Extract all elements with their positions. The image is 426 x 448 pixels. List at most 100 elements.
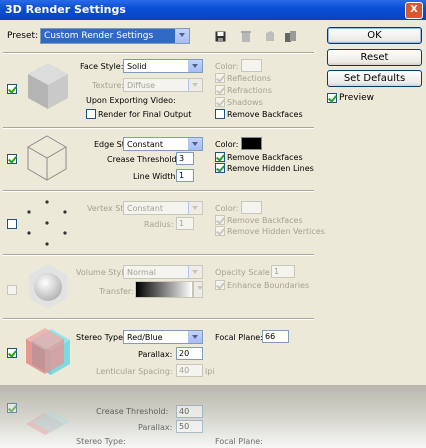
- chevron-down-icon[interactable]: [188, 331, 202, 343]
- vertex-enable-checkbox[interactable]: [7, 219, 17, 229]
- remove-hidden-lines-checkbox[interactable]: [215, 163, 225, 173]
- radius-input[interactable]: 1: [176, 217, 194, 230]
- stereo-type-label: Stereo Type:: [76, 333, 126, 342]
- parallax-input[interactable]: 20: [176, 347, 203, 360]
- chevron-down-icon[interactable]: [188, 60, 202, 72]
- set-defaults-button[interactable]: Set Defaults: [327, 70, 422, 87]
- stereo-type-select[interactable]: Red/Blue: [123, 330, 203, 344]
- chevron-down-icon[interactable]: [188, 202, 202, 214]
- line-width-input[interactable]: 1: [176, 169, 194, 182]
- transfer-label: Transfer:: [99, 287, 134, 296]
- lenticular-spacing-input[interactable]: 40: [176, 364, 203, 377]
- stereo-type-value: Red/Blue: [127, 333, 163, 342]
- face-remove-backfaces-label: Remove Backfaces: [227, 110, 303, 119]
- preset-select[interactable]: Custom Render Settings: [40, 28, 190, 44]
- preset-label: Preset:: [7, 31, 39, 41]
- texture-value: Diffuse: [127, 81, 156, 90]
- texture-select[interactable]: Diffuse: [123, 78, 203, 92]
- enhance-boundaries-label: Enhance Boundaries: [227, 281, 310, 290]
- radius-label: Radius:: [144, 220, 174, 229]
- duplicate-preset-icon[interactable]: [285, 31, 296, 42]
- transfer-dropdown[interactable]: [193, 281, 203, 298]
- edge-style-value: Constant: [127, 140, 163, 149]
- face-color-label: Color:: [215, 62, 239, 71]
- transfer-gradient[interactable]: [135, 281, 193, 298]
- stereo-cube-reflection: [26, 411, 70, 435]
- crease-threshold-reflection: Crease Threshold:: [96, 407, 169, 416]
- render-final-label: Render for Final Output: [98, 110, 192, 119]
- ok-button[interactable]: OK: [327, 27, 422, 44]
- crease-threshold-input[interactable]: 3: [176, 152, 194, 165]
- reflections-label: Reflections: [227, 74, 271, 83]
- face-remove-backfaces-checkbox[interactable]: [215, 109, 225, 119]
- vertex-remove-backfaces-checkbox[interactable]: [215, 215, 225, 225]
- separator: [3, 254, 314, 256]
- chevron-down-icon[interactable]: [193, 282, 203, 297]
- lenticular-spacing-label: Lenticular Spacing:: [96, 367, 173, 376]
- focal-plane-value: 66: [265, 332, 276, 341]
- separator: [3, 190, 314, 192]
- edge-style-select[interactable]: Constant: [123, 137, 203, 151]
- load-preset-icon[interactable]: [265, 31, 275, 42]
- enhance-boundaries-checkbox[interactable]: [215, 280, 225, 290]
- focal-plane-reflection: Focal Plane:: [215, 437, 263, 446]
- volume-style-value: Normal: [127, 268, 156, 277]
- volume-sphere-icon: [29, 264, 67, 309]
- save-preset-icon[interactable]: [215, 31, 226, 42]
- focal-plane-input[interactable]: 66: [262, 330, 289, 343]
- parallax-value: 20: [179, 349, 190, 358]
- stereo-cube-icon: [26, 328, 70, 375]
- parallax-reflection-value: 50: [179, 422, 190, 431]
- volume-enable-checkbox[interactable]: [7, 285, 17, 295]
- radius-value: 1: [179, 219, 185, 228]
- opacity-scale-value: 1: [274, 267, 280, 276]
- face-style-select[interactable]: Solid: [123, 59, 203, 73]
- volume-style-select[interactable]: Normal: [123, 265, 203, 279]
- close-button[interactable]: X: [405, 2, 423, 19]
- render-settings-dialog: 3D Render Settings X Preset: Custom Rend…: [0, 0, 426, 385]
- refractions-checkbox[interactable]: [215, 85, 225, 95]
- shadows-label: Shadows: [227, 98, 263, 107]
- face-style-value: Solid: [127, 62, 147, 71]
- remove-hidden-vertices-label: Remove Hidden Vertices: [227, 227, 325, 236]
- parallax-label: Parallax:: [138, 350, 173, 359]
- opacity-scale-label: Opacity Scale:: [215, 268, 273, 277]
- separator: [3, 127, 314, 129]
- edge-remove-backfaces-checkbox[interactable]: [215, 152, 225, 162]
- stereo-enable-checkbox[interactable]: [7, 348, 17, 358]
- vertex-style-select[interactable]: Constant: [123, 201, 203, 215]
- exporting-video-label: Upon Exporting Video:: [86, 96, 176, 105]
- remove-hidden-vertices-checkbox[interactable]: [215, 226, 225, 236]
- chevron-down-icon[interactable]: [188, 79, 202, 91]
- parallax-reflection-input: 50: [176, 420, 203, 433]
- opacity-scale-input[interactable]: 1: [271, 265, 295, 278]
- chevron-down-icon[interactable]: [188, 138, 202, 150]
- window-title: 3D Render Settings: [5, 3, 126, 16]
- preview-checkbox[interactable]: [327, 93, 337, 103]
- chevron-down-icon[interactable]: [175, 29, 189, 43]
- vertex-style-value: Constant: [127, 204, 163, 213]
- render-final-checkbox[interactable]: [86, 109, 96, 119]
- face-enable-checkbox[interactable]: [7, 84, 17, 94]
- stereo-checkbox-reflection: [7, 403, 17, 413]
- delete-preset-icon[interactable]: [241, 31, 251, 42]
- texture-label: Texture:: [92, 81, 124, 90]
- window-reflection: Crease Threshold: 40 Parallax: 50 Stereo…: [0, 385, 426, 448]
- edge-color-swatch[interactable]: [241, 137, 262, 150]
- title-bar[interactable]: 3D Render Settings X: [0, 0, 426, 20]
- chevron-down-icon[interactable]: [188, 266, 202, 278]
- face-color-swatch[interactable]: [241, 59, 262, 72]
- reset-button[interactable]: Reset: [327, 49, 422, 66]
- preview-label: Preview: [339, 93, 375, 103]
- reflections-checkbox[interactable]: [215, 73, 225, 83]
- crease-threshold-reflection-value: 40: [179, 407, 190, 416]
- vertex-color-swatch[interactable]: [241, 201, 262, 214]
- shadows-checkbox[interactable]: [215, 97, 225, 107]
- crease-threshold-reflection-input: 40: [176, 405, 203, 418]
- remove-hidden-lines-label: Remove Hidden Lines: [227, 164, 314, 173]
- crease-threshold-value: 3: [179, 154, 185, 163]
- line-width-label: Line Width:: [133, 172, 179, 181]
- lenticular-spacing-value: 40: [179, 366, 190, 375]
- focal-plane-label: Focal Plane:: [215, 333, 263, 342]
- edge-enable-checkbox[interactable]: [7, 154, 17, 164]
